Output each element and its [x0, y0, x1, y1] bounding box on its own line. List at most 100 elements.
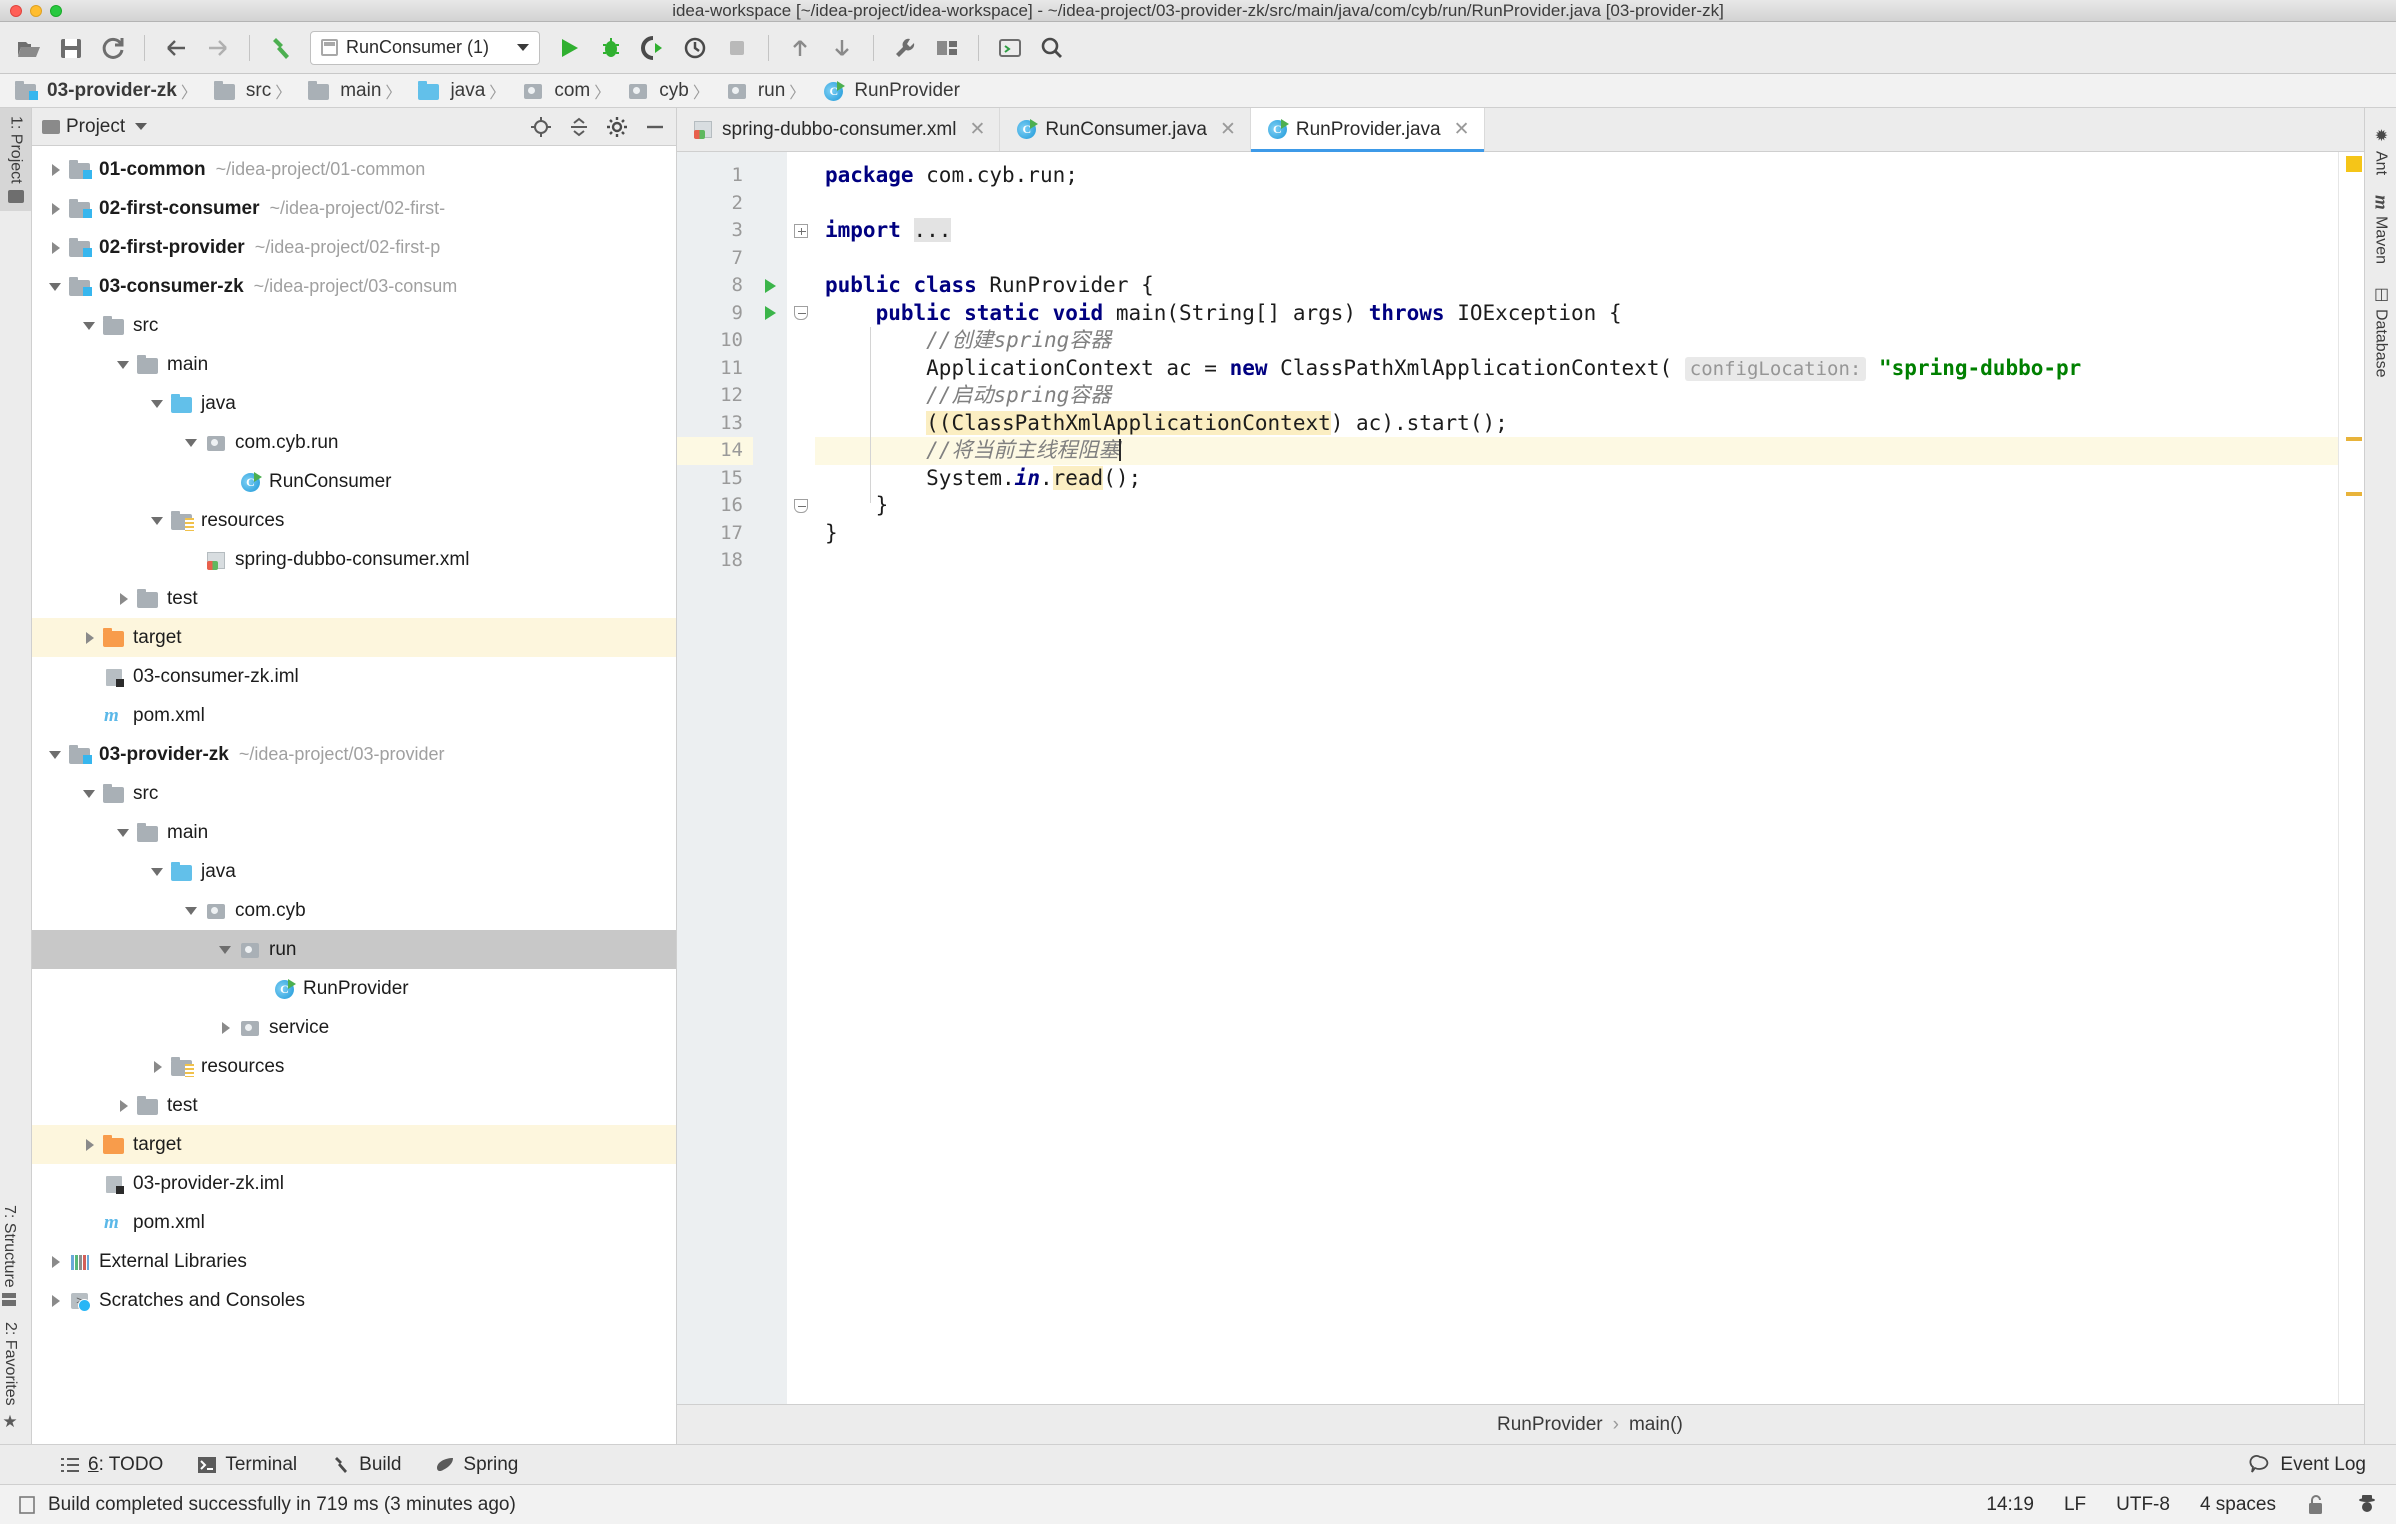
- tree-node-test[interactable]: test: [32, 1086, 676, 1125]
- run-marker-gutter[interactable]: [753, 152, 787, 1404]
- code-folding-gutter[interactable]: [787, 152, 815, 1404]
- tree-node-pom-xml[interactable]: m pom.xml: [32, 1203, 676, 1242]
- collapse-all-icon[interactable]: [568, 116, 590, 138]
- open-folder-icon[interactable]: [10, 29, 48, 67]
- tree-node-02-first-consumer[interactable]: 02-first-consumer ~/idea-project/02-first…: [32, 189, 676, 228]
- tree-node-03-provider-zk[interactable]: 03-provider-zk ~/idea-project/03-provider: [32, 735, 676, 774]
- breadcrumb-item-java[interactable]: java: [381, 79, 485, 103]
- fold-collapse-end[interactable]: [787, 492, 815, 520]
- run-configuration-selector[interactable]: RunConsumer (1): [310, 30, 540, 65]
- chevron-down-icon[interactable]: [218, 942, 234, 958]
- close-icon[interactable]: ✕: [969, 118, 985, 141]
- status-widget-icon[interactable]: [18, 1495, 38, 1515]
- project-tree[interactable]: 01-common ~/idea-project/01-common 02-firs…: [32, 146, 676, 1444]
- tree-node-pom-xml[interactable]: m pom.xml: [32, 696, 676, 735]
- chevron-down-icon[interactable]: [150, 864, 166, 880]
- chevron-right-icon[interactable]: [48, 240, 64, 256]
- update-project-icon[interactable]: [781, 29, 819, 67]
- run-method-marker[interactable]: [753, 300, 787, 328]
- toolwindow-terminal[interactable]: Terminal: [197, 1454, 297, 1476]
- fold-expand-imports[interactable]: [787, 217, 815, 245]
- tree-node-com-cyb[interactable]: com.cyb: [32, 891, 676, 930]
- error-stripe-gutter[interactable]: [2338, 152, 2364, 1404]
- tree-node-spring-dubbo-consumer-xml[interactable]: spring-dubbo-consumer.xml: [32, 540, 676, 579]
- chevron-right-icon[interactable]: [150, 1059, 166, 1075]
- settings-wrench-icon[interactable]: [886, 29, 924, 67]
- tree-node-java[interactable]: java: [32, 384, 676, 423]
- settings-gear-icon[interactable]: [606, 116, 628, 138]
- tree-node-run[interactable]: run: [32, 930, 676, 969]
- toolwindow-todo[interactable]: 6: TODO: [60, 1454, 163, 1476]
- chevron-down-icon[interactable]: [184, 903, 200, 919]
- stop-icon[interactable]: [718, 29, 756, 67]
- breadcrumb-item-main[interactable]: main: [271, 79, 381, 103]
- tree-node-01-common[interactable]: 01-common ~/idea-project/01-common: [32, 150, 676, 189]
- chevron-right-icon[interactable]: [82, 1137, 98, 1153]
- tree-node-java[interactable]: java: [32, 852, 676, 891]
- chevron-down-icon[interactable]: [48, 747, 64, 763]
- chevron-right-icon[interactable]: [48, 201, 64, 217]
- tree-node-03-provider-zk-iml[interactable]: 03-provider-zk.iml: [32, 1164, 676, 1203]
- chevron-down-icon[interactable]: [184, 435, 200, 451]
- tree-node-runconsumer[interactable]: C RunConsumer: [32, 462, 676, 501]
- locate-target-icon[interactable]: [530, 116, 552, 138]
- editor-breadcrumb-method[interactable]: main(): [1629, 1414, 1683, 1436]
- breadcrumb-item-cyb[interactable]: cyb: [590, 79, 689, 103]
- tree-node-test[interactable]: test: [32, 579, 676, 618]
- editor-breadcrumb-class[interactable]: RunProvider: [1497, 1414, 1603, 1436]
- chevron-down-icon[interactable]: [82, 786, 98, 802]
- run-class-marker[interactable]: [753, 272, 787, 300]
- chevron-down-icon[interactable]: [135, 123, 148, 130]
- chevron-down-icon[interactable]: [517, 44, 529, 51]
- tree-node-main[interactable]: main: [32, 345, 676, 384]
- search-everywhere-icon[interactable]: [1033, 29, 1071, 67]
- chevron-right-icon[interactable]: [48, 1254, 64, 1270]
- breadcrumb-item-run[interactable]: run: [689, 79, 785, 103]
- chevron-right-icon[interactable]: [116, 591, 132, 607]
- breadcrumb-item-com[interactable]: com: [485, 79, 590, 103]
- chevron-down-icon[interactable]: [48, 279, 64, 295]
- tree-node-target[interactable]: target: [32, 1125, 676, 1164]
- unlocked-icon[interactable]: [2306, 1494, 2326, 1516]
- run-icon[interactable]: [550, 29, 588, 67]
- profile-icon[interactable]: [676, 29, 714, 67]
- fold-collapse-method[interactable]: [787, 300, 815, 328]
- warning-marker[interactable]: [2346, 437, 2362, 441]
- tree-node-02-first-provider[interactable]: 02-first-provider ~/idea-project/02-first…: [32, 228, 676, 267]
- tree-node-03-consumer-zk[interactable]: 03-consumer-zk ~/idea-project/03-consum: [32, 267, 676, 306]
- code-content[interactable]: package com.cyb.run; import ... public c…: [815, 152, 2338, 1404]
- tree-node-scratches-and-consoles[interactable]: > Scratches and Consoles: [32, 1281, 676, 1320]
- tree-node-external-libraries[interactable]: External Libraries: [32, 1242, 676, 1281]
- editor-body[interactable]: 1 2 3 7 8 9 10 11 12 13 14 15 16 17 18 package com.cyb…: [677, 152, 2364, 1404]
- tree-node-main[interactable]: main: [32, 813, 676, 852]
- tree-node-target[interactable]: target: [32, 618, 676, 657]
- breadcrumb-item-module[interactable]: 03-provider-zk: [14, 80, 177, 102]
- toolwindow-build[interactable]: Build: [331, 1454, 401, 1476]
- build-hammer-icon[interactable]: [262, 29, 300, 67]
- sidebar-item-ant[interactable]: ✹ Ant: [2371, 116, 2390, 185]
- breadcrumb-item-src[interactable]: src: [177, 79, 271, 103]
- navigate-back-icon[interactable]: [157, 29, 195, 67]
- hector-icon[interactable]: [2356, 1494, 2378, 1516]
- chevron-down-icon[interactable]: [82, 318, 98, 334]
- commit-icon[interactable]: [823, 29, 861, 67]
- sidebar-item-maven[interactable]: m Maven: [2370, 185, 2392, 274]
- close-icon[interactable]: ✕: [1454, 118, 1470, 141]
- chevron-right-icon[interactable]: [116, 1098, 132, 1114]
- run-coverage-icon[interactable]: [634, 29, 672, 67]
- chevron-down-icon[interactable]: [116, 357, 132, 373]
- chevron-right-icon[interactable]: [48, 1293, 64, 1309]
- caret-position[interactable]: 14:19: [1986, 1494, 2034, 1516]
- tree-node-resources[interactable]: resources: [32, 1047, 676, 1086]
- tab-spring-dubbo-consumer-xml[interactable]: spring-dubbo-consumer.xml ✕: [677, 108, 1001, 151]
- tree-node-service[interactable]: service: [32, 1008, 676, 1047]
- chevron-down-icon[interactable]: [116, 825, 132, 841]
- sidebar-item-structure[interactable]: 7: Structure: [0, 1197, 18, 1315]
- chevron-right-icon[interactable]: [82, 630, 98, 646]
- hide-panel-icon[interactable]: [644, 116, 666, 138]
- debug-icon[interactable]: [592, 29, 630, 67]
- tree-node-com-cyb-run[interactable]: com.cyb.run: [32, 423, 676, 462]
- chevron-down-icon[interactable]: [150, 513, 166, 529]
- event-log-button[interactable]: Event Log: [2249, 1454, 2366, 1476]
- chevron-right-icon[interactable]: [48, 162, 64, 178]
